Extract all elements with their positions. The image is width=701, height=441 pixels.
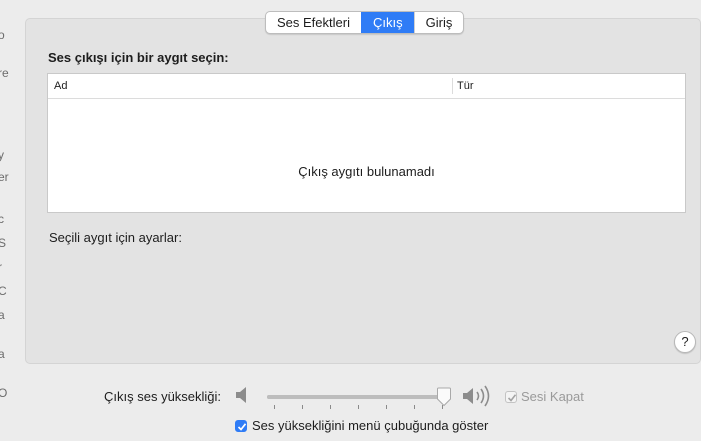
edge-text: r xyxy=(0,260,2,274)
device-table[interactable]: Ad Tür Çıkış aygıtı bulunamadı xyxy=(47,73,686,213)
slider-fill xyxy=(267,395,444,399)
column-divider xyxy=(452,78,453,94)
slider-tick xyxy=(358,405,359,409)
edge-text: a xyxy=(0,347,5,361)
tab-output[interactable]: Çıkış xyxy=(360,12,414,33)
help-button[interactable]: ? xyxy=(674,331,696,353)
edge-text: c xyxy=(0,212,4,226)
slider-tick xyxy=(302,405,303,409)
edge-text: er xyxy=(0,170,9,184)
section-title: Ses çıkışı için bir aygıt seçin: xyxy=(48,50,229,65)
mute-toggle[interactable]: Sesi Kapat xyxy=(505,389,584,404)
slider-tick xyxy=(330,405,331,409)
edge-text: o xyxy=(0,28,5,42)
slider-tick xyxy=(414,405,415,409)
edge-text: y xyxy=(0,148,4,162)
edge-text: C xyxy=(0,284,7,298)
mute-checkbox[interactable] xyxy=(505,390,517,403)
empty-message: Çıkış aygıtı bulunamadı xyxy=(298,164,435,179)
edge-text: re xyxy=(0,66,9,80)
speaker-low-icon xyxy=(235,385,249,408)
edge-text: a xyxy=(0,308,5,322)
output-volume-label: Çıkış ses yüksekliği: xyxy=(104,389,222,404)
show-volume-in-menubar[interactable]: Ses yüksekliğini menü çubuğunda göster xyxy=(235,418,488,433)
edge-text: S xyxy=(0,236,7,250)
tab-sound-effects[interactable]: Ses Efektleri xyxy=(266,12,361,33)
device-settings-label: Seçili aygıt için ayarlar: xyxy=(49,230,182,245)
tab-input[interactable]: Giriş xyxy=(413,12,464,33)
table-header: Ad Tür xyxy=(48,74,685,99)
volume-slider[interactable] xyxy=(267,387,457,417)
column-header-type[interactable]: Tür xyxy=(457,80,474,92)
slider-tick xyxy=(274,405,275,409)
mute-label: Sesi Kapat xyxy=(521,389,584,404)
slider-tick xyxy=(386,405,387,409)
speaker-high-icon xyxy=(462,385,494,410)
column-header-name[interactable]: Ad xyxy=(54,80,67,92)
menubar-checkbox[interactable] xyxy=(235,419,247,432)
slider-thumb[interactable] xyxy=(436,387,452,410)
segmented-tabs: Ses Efektleri Çıkış Giriş xyxy=(265,11,465,34)
menubar-option-label: Ses yüksekliğini menü çubuğunda göster xyxy=(252,418,489,433)
edge-text: O xyxy=(0,386,8,400)
edge-text: l xyxy=(0,106,1,120)
edge-text: l xyxy=(0,410,1,424)
